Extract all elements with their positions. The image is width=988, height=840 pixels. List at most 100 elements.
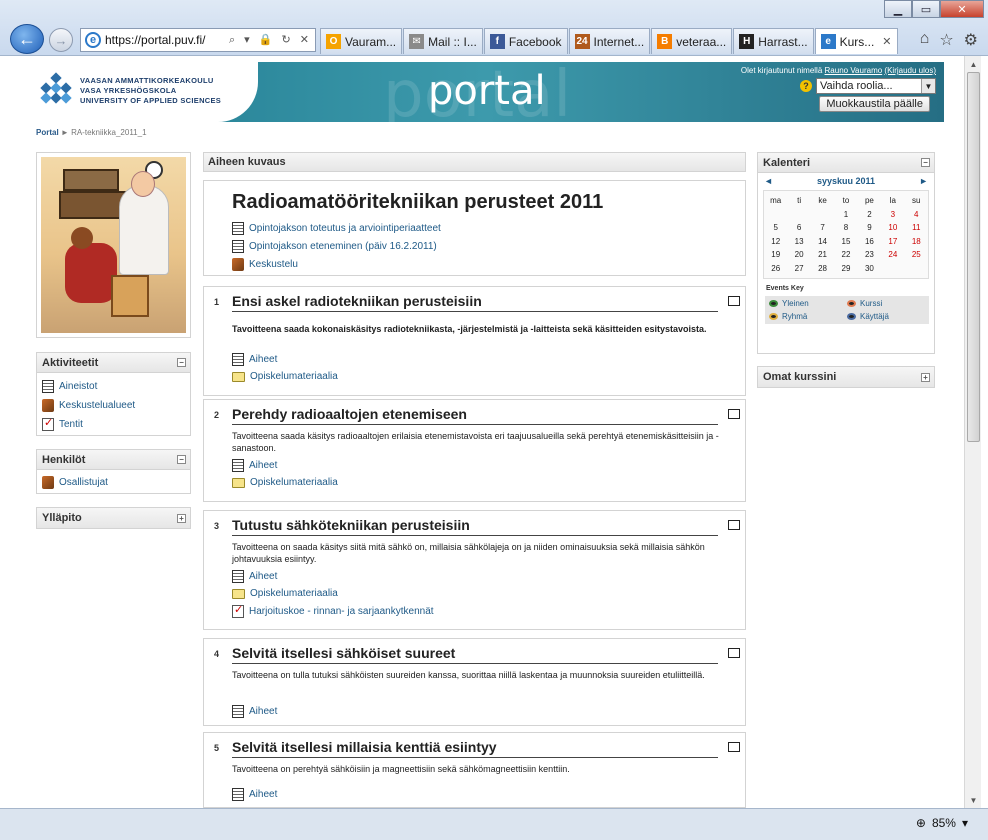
calendar-day[interactable]: 4 bbox=[905, 208, 928, 222]
address-bar[interactable]: e https://portal.puv.fi/ ⌕ ▾ 🔒 ↻ ✕ bbox=[80, 28, 316, 52]
browser-tab-5[interactable]: H Harrast... bbox=[733, 28, 814, 54]
browser-tab-3[interactable]: 24 Internet... bbox=[568, 28, 651, 54]
activity-resources[interactable]: Aineistot bbox=[37, 377, 190, 396]
section-link[interactable]: Aiheet bbox=[232, 353, 277, 366]
section-link[interactable]: Aiheet bbox=[232, 788, 277, 801]
calendar-day[interactable]: 23 bbox=[858, 248, 881, 262]
calendar-day[interactable]: 7 bbox=[811, 221, 834, 235]
calendar-day[interactable]: 13 bbox=[787, 235, 810, 249]
maximize-button[interactable]: ▭ bbox=[912, 0, 940, 18]
my-courses-title: Omat kurssini bbox=[763, 371, 837, 383]
prev-month-icon[interactable]: ◄ bbox=[764, 176, 773, 186]
expand-icon[interactable]: + bbox=[921, 372, 930, 382]
browser-tab-6[interactable]: e Kurs... ✕ bbox=[814, 28, 898, 54]
calendar-day[interactable]: 14 bbox=[811, 235, 834, 249]
calendar-day[interactable]: 17 bbox=[881, 235, 904, 249]
calendar-day[interactable]: 24 bbox=[881, 248, 904, 262]
minimize-button[interactable]: ▁ bbox=[884, 0, 912, 18]
scroll-down-icon[interactable]: ▼ bbox=[965, 792, 982, 808]
section-link[interactable]: Opiskelumateriaalia bbox=[232, 588, 338, 599]
calendar-day[interactable]: 11 bbox=[905, 221, 928, 235]
calendar-day[interactable]: 26 bbox=[764, 262, 787, 276]
back-button[interactable]: ← bbox=[10, 24, 44, 54]
section-highlight-toggle[interactable] bbox=[728, 296, 740, 306]
section-link[interactable]: Aiheet bbox=[232, 705, 277, 718]
section-link[interactable]: Opiskelumateriaalia bbox=[232, 477, 338, 488]
event-key-item[interactable]: Kurssi bbox=[847, 299, 925, 308]
section-link[interactable]: Aiheet bbox=[232, 570, 277, 583]
intro-link-discussion[interactable]: Keskustelu bbox=[232, 258, 298, 271]
calendar-day[interactable]: 9 bbox=[858, 221, 881, 235]
close-window-button[interactable]: ✕ bbox=[940, 0, 984, 18]
calendar-day[interactable]: 19 bbox=[764, 248, 787, 262]
expand-icon[interactable]: + bbox=[177, 513, 186, 523]
calendar-day[interactable]: 22 bbox=[834, 248, 857, 262]
logout-link[interactable]: (Kirjaudu ulos) bbox=[884, 66, 936, 75]
calendar-day[interactable]: 3 bbox=[881, 208, 904, 222]
calendar-day[interactable]: 27 bbox=[787, 262, 810, 276]
section-highlight-toggle[interactable] bbox=[728, 742, 740, 752]
intro-link-schedule[interactable]: Opintojakson eteneminen (päiv 16.2.2011) bbox=[232, 240, 437, 253]
event-key-item[interactable]: Käyttäjä bbox=[847, 312, 925, 321]
calendar-month[interactable]: syyskuu 2011 bbox=[817, 176, 875, 186]
event-key-item[interactable]: Ryhmä bbox=[769, 312, 847, 321]
tab-label: Mail :: I... bbox=[428, 34, 477, 49]
section-highlight-toggle[interactable] bbox=[728, 409, 740, 419]
calendar-day[interactable]: 5 bbox=[764, 221, 787, 235]
site-banner: VAASAN AMMATTIKORKEAKOULU VASA YRKESHÖGS… bbox=[28, 62, 944, 122]
gear-icon[interactable]: ⚙ bbox=[964, 30, 978, 50]
calendar-day[interactable]: 29 bbox=[834, 262, 857, 276]
collapse-icon[interactable]: − bbox=[177, 455, 186, 464]
scroll-thumb[interactable] bbox=[967, 72, 980, 442]
home-icon[interactable]: ⌂ bbox=[920, 30, 930, 50]
calendar-day[interactable]: 16 bbox=[858, 235, 881, 249]
browser-tab-0[interactable]: O Vauram... bbox=[320, 28, 403, 54]
calendar-weekday: to bbox=[842, 196, 850, 205]
calendar-day[interactable]: 6 bbox=[787, 221, 810, 235]
zoom-control[interactable]: ⊕ 85% ▾ bbox=[916, 816, 968, 830]
browser-tab-4[interactable]: Bveteraa... bbox=[651, 28, 733, 54]
calendar-day[interactable]: 2 bbox=[858, 208, 881, 222]
folder-icon bbox=[232, 371, 245, 382]
activity-forums[interactable]: Keskustelualueet bbox=[37, 396, 190, 415]
activity-quizzes[interactable]: Tentit bbox=[37, 415, 190, 434]
school-logo[interactable]: VAASAN AMMATTIKORKEAKOULU VASA YRKESHÖGS… bbox=[28, 62, 258, 122]
browser-tab-2[interactable]: f Facebook bbox=[483, 28, 568, 54]
calendar-day[interactable]: 8 bbox=[834, 221, 857, 235]
section-link[interactable]: Harjoituskoe - rinnan- ja sarjaankytkenn… bbox=[232, 603, 434, 618]
section-link[interactable]: Aiheet bbox=[232, 459, 277, 472]
favorites-star-icon[interactable]: ☆ bbox=[939, 30, 953, 50]
tab-strip: O Vauram... ✉ Mail :: I... f Facebook 24 Intern… bbox=[320, 28, 899, 54]
address-tools[interactable]: ⌕ ▾ 🔒 ↻ ✕ bbox=[229, 33, 315, 47]
intro-link-assessment[interactable]: Opintojakson toteutus ja arviointiperiaa… bbox=[232, 222, 441, 235]
calendar-day[interactable]: 20 bbox=[787, 248, 810, 262]
edit-mode-button[interactable]: Muokkaustila päälle bbox=[819, 96, 930, 112]
calendar-day[interactable]: 18 bbox=[905, 235, 928, 249]
role-select[interactable]: Vaihda roolia... ▼ bbox=[816, 78, 936, 94]
collapse-icon[interactable]: − bbox=[921, 158, 930, 167]
calendar-day[interactable]: 28 bbox=[811, 262, 834, 276]
next-month-icon[interactable]: ► bbox=[919, 176, 928, 186]
forward-button[interactable]: → bbox=[49, 28, 73, 52]
calendar-day[interactable]: 25 bbox=[905, 248, 928, 262]
close-tab-icon[interactable]: ✕ bbox=[882, 35, 891, 48]
event-key-item[interactable]: Yleinen bbox=[769, 299, 847, 308]
scroll-up-icon[interactable]: ▲ bbox=[965, 56, 982, 72]
calendar-day[interactable]: 12 bbox=[764, 235, 787, 249]
user-name-link[interactable]: Rauno Vauramo bbox=[825, 66, 883, 75]
section-highlight-toggle[interactable] bbox=[728, 648, 740, 658]
collapse-icon[interactable]: − bbox=[177, 358, 186, 367]
help-icon[interactable]: ? bbox=[800, 80, 812, 92]
section-link[interactable]: Opiskelumateriaalia bbox=[232, 371, 338, 382]
calendar-day[interactable]: 1 bbox=[834, 208, 857, 222]
browser-tab-1[interactable]: ✉ Mail :: I... bbox=[403, 28, 483, 54]
calendar-day[interactable]: 10 bbox=[881, 221, 904, 235]
breadcrumb-home[interactable]: Portal bbox=[36, 128, 59, 137]
vertical-scrollbar[interactable]: ▲ ▼ bbox=[964, 56, 981, 808]
section-highlight-toggle[interactable] bbox=[728, 520, 740, 530]
calendar-day[interactable]: 15 bbox=[834, 235, 857, 249]
address-url[interactable]: https://portal.puv.fi/ bbox=[105, 33, 225, 47]
calendar-day[interactable]: 21 bbox=[811, 248, 834, 262]
participants-link[interactable]: Osallistujat bbox=[37, 473, 190, 492]
calendar-day[interactable]: 30 bbox=[858, 262, 881, 276]
